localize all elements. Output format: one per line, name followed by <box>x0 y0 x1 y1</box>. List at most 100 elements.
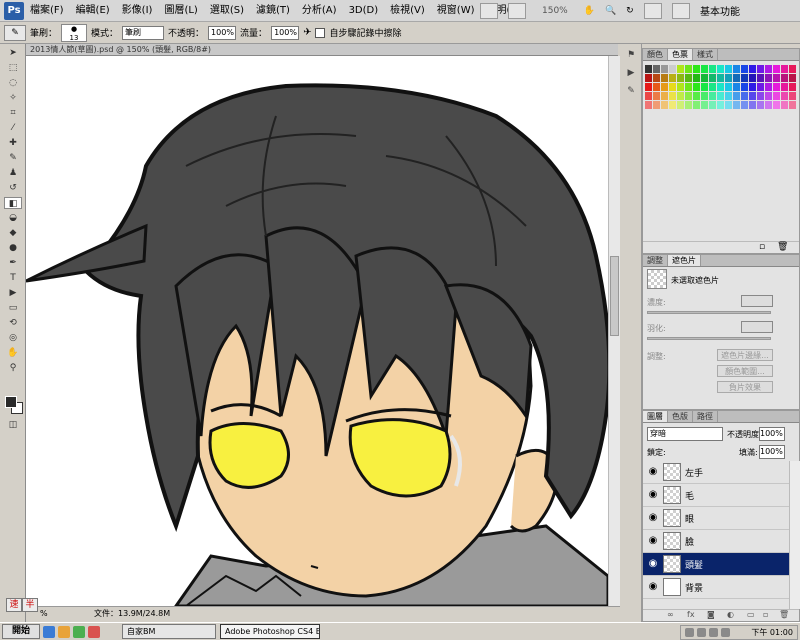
shape-tool-icon[interactable]: ▭ <box>4 302 22 314</box>
swatch-cell[interactable] <box>677 65 684 73</box>
swatch-cell[interactable] <box>653 92 660 100</box>
hand-icon[interactable]: ✋ <box>4 347 22 359</box>
swatch-cell[interactable] <box>661 101 668 109</box>
swatch-cell[interactable] <box>733 92 740 100</box>
adjustment-layer-icon[interactable]: ◐ <box>727 610 734 619</box>
document-canvas[interactable] <box>26 56 608 606</box>
swatch-cell[interactable] <box>701 92 708 100</box>
swatch-cell[interactable] <box>773 65 780 73</box>
swatch-cell[interactable] <box>661 74 668 82</box>
swatch-cell[interactable] <box>677 74 684 82</box>
fill-field[interactable]: 100% <box>759 445 785 459</box>
swatch-cell[interactable] <box>757 101 764 109</box>
scrollbar-thumb[interactable] <box>610 256 619 336</box>
swatch-cell[interactable] <box>653 83 660 91</box>
eyedropper-icon[interactable]: ⁄ <box>4 122 22 134</box>
marquee-tool-icon[interactable]: ⬚ <box>4 62 22 74</box>
path-select-icon[interactable]: ▶ <box>4 287 22 299</box>
eye-icon[interactable]: ◉ <box>647 581 659 593</box>
swatch-cell[interactable] <box>765 92 772 100</box>
mask-edge-button[interactable]: 遮色片邊緣... <box>717 349 773 361</box>
tab-styles[interactable]: 樣式 <box>693 49 718 60</box>
swatch-cell[interactable] <box>789 92 796 100</box>
tray-icon[interactable] <box>697 628 706 637</box>
taskbar-item-explorer[interactable]: 自家BM <box>122 624 216 639</box>
paint-bucket-icon[interactable]: ◒ <box>4 212 22 224</box>
layer-row-fur[interactable]: ◉ 毛 <box>643 484 789 507</box>
link-layers-icon[interactable]: ∞ <box>667 610 674 619</box>
swatch-cell[interactable] <box>669 83 676 91</box>
swatch-cell[interactable] <box>725 92 732 100</box>
swatch-grid[interactable] <box>645 65 797 115</box>
ie-icon[interactable] <box>43 625 55 638</box>
swatch-cell[interactable] <box>717 83 724 91</box>
eraser-tool-icon[interactable]: ✎ <box>4 24 26 41</box>
swatch-cell[interactable] <box>685 92 692 100</box>
swatch-cell[interactable] <box>733 65 740 73</box>
swatch-cell[interactable] <box>701 65 708 73</box>
swatch-cell[interactable] <box>781 65 788 73</box>
swatch-cell[interactable] <box>693 83 700 91</box>
swatch-cell[interactable] <box>717 101 724 109</box>
swatch-cell[interactable] <box>781 92 788 100</box>
swatch-cell[interactable] <box>725 74 732 82</box>
swatch-cell[interactable] <box>709 83 716 91</box>
swatch-cell[interactable] <box>717 74 724 82</box>
layers-scrollbar[interactable] <box>789 461 800 609</box>
blur-tool-icon[interactable]: ◆ <box>4 227 22 239</box>
swatch-cell[interactable] <box>653 101 660 109</box>
move-tool-icon[interactable]: ➤ <box>4 47 22 59</box>
rotate-view-icon[interactable]: ↻ <box>626 6 634 16</box>
swatch-cell[interactable] <box>653 65 660 73</box>
swatch-cell[interactable] <box>669 65 676 73</box>
zoom-level-menu[interactable]: 150% <box>536 6 574 16</box>
swatch-cell[interactable] <box>661 65 668 73</box>
swatch-cell[interactable] <box>725 83 732 91</box>
foreground-color-swatch[interactable] <box>5 396 17 408</box>
network-icon[interactable] <box>721 628 730 637</box>
minibridge-icon[interactable] <box>508 3 526 19</box>
actions-panel-icon[interactable]: ▶ <box>624 68 638 80</box>
swatch-cell[interactable] <box>645 101 652 109</box>
tab-color[interactable]: 顏色 <box>643 49 668 60</box>
new-layer-icon[interactable]: ▫ <box>763 610 768 619</box>
layer-row-hair[interactable]: ◉ 頭髮 <box>643 553 789 576</box>
swatch-cell[interactable] <box>645 83 652 91</box>
tab-channels[interactable]: 色版 <box>668 411 693 422</box>
swatch-cell[interactable] <box>645 74 652 82</box>
swatch-cell[interactable] <box>765 101 772 109</box>
swatch-cell[interactable] <box>757 92 764 100</box>
add-mask-icon[interactable]: ◙ <box>707 610 715 619</box>
swatch-cell[interactable] <box>749 65 756 73</box>
swatch-cell[interactable] <box>677 101 684 109</box>
swatch-cell[interactable] <box>709 101 716 109</box>
flow-field[interactable]: 100% <box>271 25 300 40</box>
3d-orbit-icon[interactable]: ◎ <box>4 332 22 344</box>
swatch-cell[interactable] <box>645 65 652 73</box>
canvas-vertical-scrollbar[interactable] <box>608 56 620 606</box>
quick-select-icon[interactable]: ✧ <box>4 92 22 104</box>
zoom-icon[interactable]: ⚲ <box>4 362 22 374</box>
new-swatch-icon[interactable]: ▫ <box>759 242 765 252</box>
eye-icon[interactable]: ◉ <box>647 558 659 570</box>
feather-field[interactable] <box>741 321 773 333</box>
taskbar-item-photoshop[interactable]: Adobe Photoshop CS4 Ex... <box>220 624 320 639</box>
healing-brush-icon[interactable]: ✚ <box>4 137 22 149</box>
menu-file[interactable]: 檔案(F) <box>24 0 70 22</box>
swatch-cell[interactable] <box>741 92 748 100</box>
swatch-cell[interactable] <box>789 74 796 82</box>
menu-view[interactable]: 檢視(V) <box>384 0 431 22</box>
menu-window[interactable]: 視窗(W) <box>431 0 481 22</box>
swatch-cell[interactable] <box>669 101 676 109</box>
swatch-cell[interactable] <box>701 101 708 109</box>
ime-width-button[interactable]: 半 <box>22 598 38 612</box>
eraser-icon[interactable]: ◧ <box>4 197 22 209</box>
tray-icon[interactable] <box>685 628 694 637</box>
swatch-cell[interactable] <box>693 92 700 100</box>
menu-edit[interactable]: 編輯(E) <box>70 0 116 22</box>
clone-stamp-icon[interactable]: ♟ <box>4 167 22 179</box>
swatch-cell[interactable] <box>693 101 700 109</box>
delete-layer-icon[interactable]: 🗑 <box>779 610 789 619</box>
swatch-cell[interactable] <box>693 74 700 82</box>
swatch-cell[interactable] <box>653 74 660 82</box>
